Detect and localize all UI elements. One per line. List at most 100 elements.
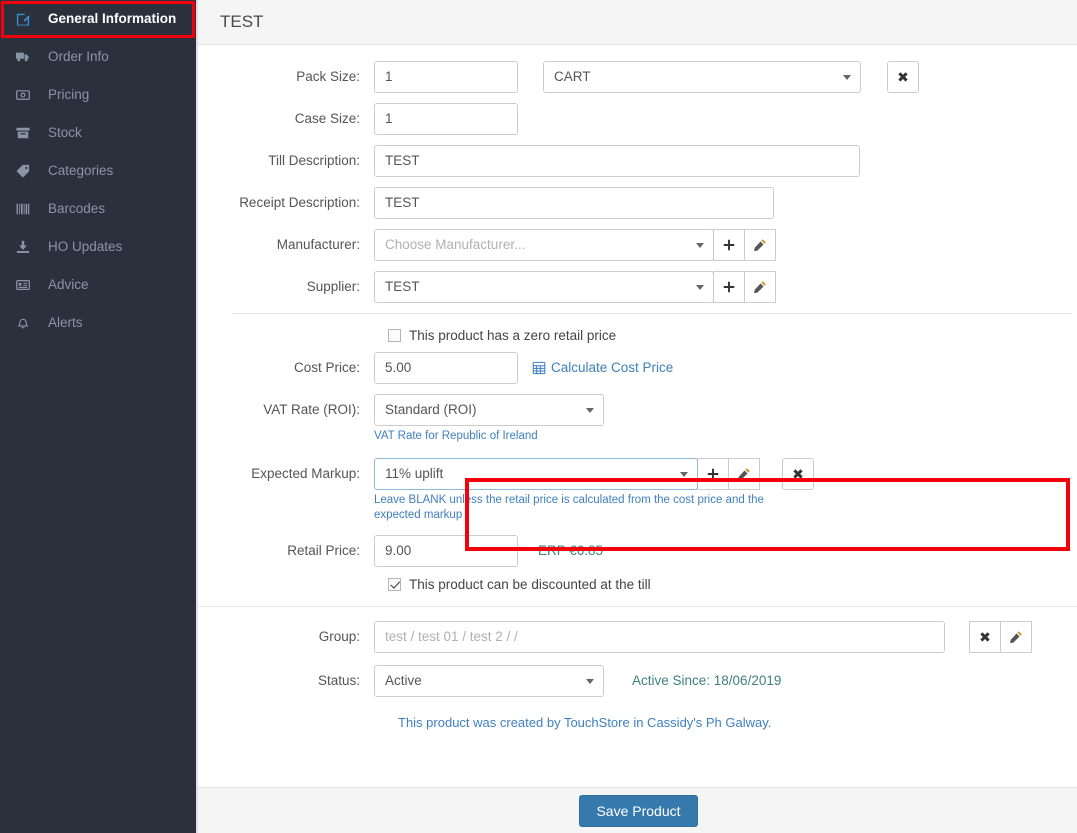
pack-size-unit-select[interactable]: CART — [543, 61, 861, 93]
expected-markup-edit-button[interactable] — [728, 458, 760, 490]
page-header: TEST — [198, 0, 1077, 45]
truck-icon — [16, 49, 38, 65]
sidebar-item-categories[interactable]: Categories — [0, 152, 196, 190]
zero-retail-price-checkbox[interactable] — [388, 329, 401, 342]
group-clear-button[interactable]: ✖ — [969, 621, 1001, 653]
case-size-input[interactable]: 1 — [374, 103, 518, 135]
sidebar-item-alerts[interactable]: Alerts — [0, 304, 196, 342]
pack-size-clear-button[interactable]: ✖ — [887, 61, 919, 93]
row-expected-markup: Expected Markup: 11% uplift ✖ Leave BLAN… — [198, 458, 1077, 523]
sidebar-item-label: Stock — [48, 124, 82, 140]
edit-square-icon — [16, 11, 38, 27]
app-root: General Information Order Info Pricing S… — [0, 0, 1077, 833]
erp-value: ERP €6.85 — [538, 543, 604, 558]
row-cost-price: Cost Price: 5.00 Calculate Cost Price — [198, 352, 1077, 384]
supplier-select[interactable]: TEST — [374, 271, 714, 303]
supplier-value: TEST — [385, 279, 420, 294]
sidebar-item-barcodes[interactable]: Barcodes — [0, 190, 196, 228]
chevron-down-icon — [586, 679, 594, 684]
manufacturer-select[interactable]: Choose Manufacturer... — [374, 229, 714, 261]
group-label: Group: — [318, 629, 360, 644]
supplier-edit-button[interactable] — [744, 271, 776, 303]
cost-price-input[interactable]: 5.00 — [374, 352, 518, 384]
sidebar-item-order-info[interactable]: Order Info — [0, 38, 196, 76]
expected-markup-hint: Leave BLANK unless the retail price is c… — [374, 494, 764, 521]
vat-rate-value: Standard (ROI) — [385, 402, 477, 417]
zero-retail-price-label: This product has a zero retail price — [409, 328, 617, 343]
case-size-label: Case Size: — [294, 111, 360, 126]
expected-markup-add-button[interactable] — [697, 458, 729, 490]
calculate-cost-price-label: Calculate Cost Price — [551, 360, 674, 375]
cost-price-label: Cost Price: — [293, 360, 360, 375]
supplier-add-button[interactable] — [713, 271, 745, 303]
pack-size-label: Pack Size: — [296, 69, 360, 84]
row-receipt-description: Receipt Description: TEST — [198, 187, 1077, 219]
receipt-description-input[interactable]: TEST — [374, 187, 774, 219]
sidebar-item-label: Advice — [48, 276, 89, 292]
pack-size-unit-value: CART — [554, 69, 591, 84]
pack-size-input[interactable]: 1 — [374, 61, 518, 93]
sidebar-item-general-information[interactable]: General Information — [0, 0, 196, 38]
expected-markup-label: Expected Markup: — [251, 466, 360, 481]
main-panel: TEST Pack Size: 1 CART ✖ Case Size: 1 Ti… — [196, 0, 1077, 833]
chevron-down-icon — [843, 75, 851, 80]
section-divider-2 — [198, 606, 1077, 607]
retail-price-input[interactable]: 9.00 — [374, 535, 518, 567]
section-divider — [232, 313, 1072, 314]
status-label: Status: — [317, 673, 360, 688]
row-till-description: Till Description: TEST — [198, 145, 1077, 177]
row-supplier: Supplier: TEST — [198, 271, 1077, 303]
retail-price-label: Retail Price: — [287, 543, 360, 558]
bell-icon — [16, 315, 38, 331]
vat-rate-hint: VAT Rate for Republic of Ireland — [374, 430, 538, 442]
plus-icon — [723, 281, 735, 293]
sidebar-item-stock[interactable]: Stock — [0, 114, 196, 152]
vat-rate-select[interactable]: Standard (ROI) — [374, 394, 604, 426]
sidebar-item-label: Barcodes — [48, 200, 106, 216]
till-description-input[interactable]: TEST — [374, 145, 860, 177]
chevron-down-icon — [680, 472, 688, 477]
tag-icon — [16, 163, 38, 179]
discountable-checkbox[interactable] — [388, 578, 401, 591]
pencil-icon — [1010, 631, 1022, 644]
chevron-down-icon — [696, 285, 704, 290]
pencil-icon — [738, 468, 750, 481]
sidebar-item-label: General Information — [48, 10, 177, 26]
row-zero-retail-price: This product has a zero retail price — [198, 328, 1077, 343]
receipt-description-label: Receipt Description: — [239, 195, 360, 210]
discountable-label: This product can be discounted at the ti… — [409, 577, 651, 592]
form-content: Pack Size: 1 CART ✖ Case Size: 1 Till De… — [198, 45, 1077, 787]
group-edit-button[interactable] — [1000, 621, 1032, 653]
status-select[interactable]: Active — [374, 665, 604, 697]
row-pack-size: Pack Size: 1 CART ✖ — [198, 61, 1077, 93]
active-since-text: Active Since: 18/06/2019 — [632, 673, 782, 688]
row-manufacturer: Manufacturer: Choose Manufacturer... — [198, 229, 1077, 261]
save-product-button[interactable]: Save Product — [579, 794, 698, 827]
expected-markup-clear-button[interactable]: ✖ — [782, 458, 814, 490]
group-input[interactable]: test / test 01 / test 2 / / — [374, 621, 945, 653]
row-case-size: Case Size: 1 — [198, 103, 1077, 135]
pencil-icon — [754, 281, 766, 294]
sidebar-item-label: Categories — [48, 162, 114, 178]
sidebar-item-advice[interactable]: Advice — [0, 266, 196, 304]
sidebar: General Information Order Info Pricing S… — [0, 0, 196, 833]
footer-bar: Save Product — [198, 787, 1077, 833]
download-icon — [16, 239, 38, 255]
manufacturer-add-button[interactable] — [713, 229, 745, 261]
archive-box-icon — [16, 125, 38, 141]
sidebar-item-label: Order Info — [48, 48, 109, 64]
money-bill-icon — [16, 87, 38, 103]
calculate-cost-price-link[interactable]: Calculate Cost Price — [532, 352, 673, 384]
sidebar-item-label: Pricing — [48, 86, 90, 102]
pencil-icon — [754, 239, 766, 252]
expected-markup-select[interactable]: 11% uplift — [374, 458, 698, 490]
sidebar-item-pricing[interactable]: Pricing — [0, 76, 196, 114]
sidebar-item-label: Alerts — [48, 314, 83, 330]
sidebar-item-ho-updates[interactable]: HO Updates — [0, 228, 196, 266]
page-title: TEST — [220, 12, 264, 31]
manufacturer-edit-button[interactable] — [744, 229, 776, 261]
id-card-icon — [16, 277, 38, 293]
chevron-down-icon — [586, 408, 594, 413]
vat-rate-label: VAT Rate (ROI): — [263, 402, 360, 417]
row-status: Status: Active Active Since: 18/06/2019 — [198, 665, 1077, 697]
